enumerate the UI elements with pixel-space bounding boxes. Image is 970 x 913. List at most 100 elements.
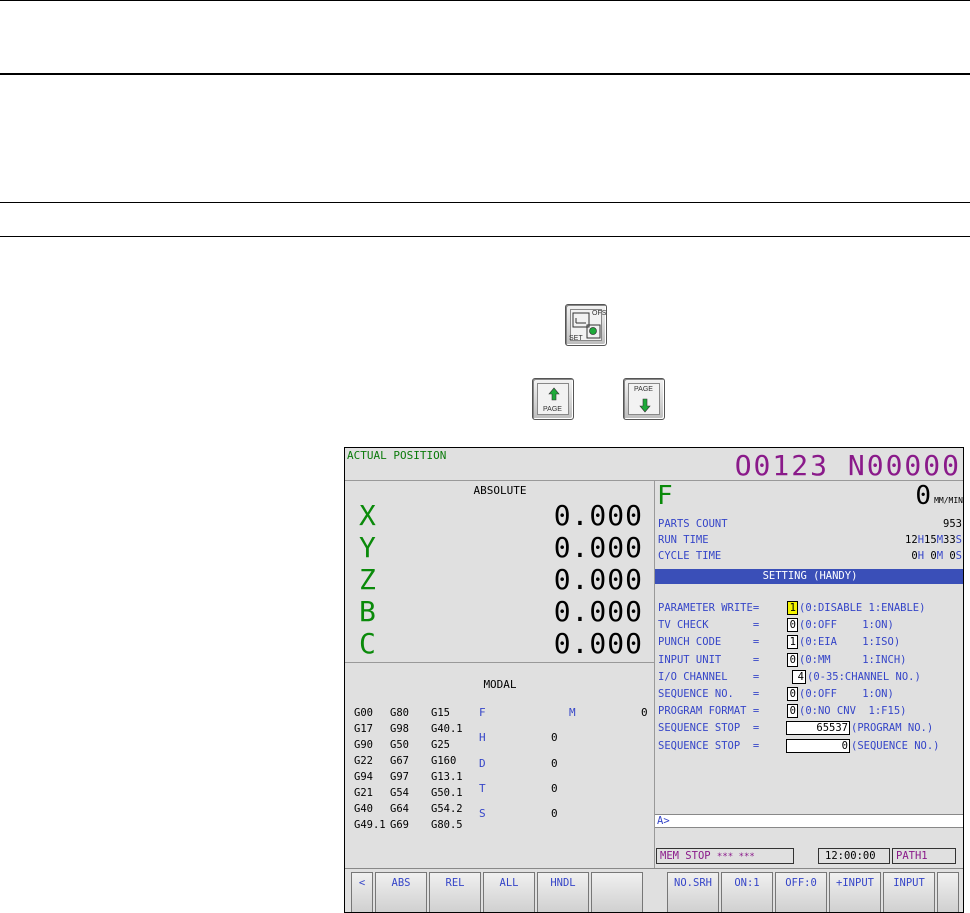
setting-row: I/O CHANNEL = 4 (0-35:CHANNEL NO.) [658,669,963,686]
softkey-input[interactable]: INPUT [883,872,935,912]
screen-title: ACTUAL POSITION [347,449,447,462]
softkey-all[interactable]: ALL [483,872,535,912]
setting-value-field[interactable]: 1 [787,635,798,650]
softkey-right-blank[interactable] [937,872,959,912]
status-time: 12:00:00 [818,848,890,864]
run-time-label: RUN TIME [658,534,709,546]
modal-f-label: F [479,706,486,719]
gcode-cell: G22 [354,755,373,767]
modal-d-value: 0 [551,757,558,770]
rule-top [0,0,970,1]
gcode-cell: G21 [354,787,373,799]
status-bar: MEM STOP *** *** 12:00:00 PATH1 [656,848,963,865]
softkey-rel[interactable]: REL [429,872,481,912]
feed-value: 0 [915,481,931,511]
setting-row: INPUT UNIT = 0 (0:MM 1:INCH) [658,652,963,669]
gcode-cell: G97 [390,771,409,783]
status-state: STOP [685,850,711,862]
softkey-off0[interactable]: OFF:0 [775,872,827,912]
absolute-title: ABSOLUTE [473,484,527,497]
setting-row: PROGRAM FORMAT = 0 (0:NO CNV 1:F15) [658,704,963,720]
gcode-cell: G17 [354,723,373,735]
setting-description: (0:MM 1:INCH) [799,653,907,666]
gcode-cell: G98 [390,723,409,735]
gcode-cell: G50.1 [431,787,463,799]
modal-t-value: 0 [551,782,558,795]
setting-row: SEQUENCE STOP = 65537 (PROGRAM NO.) [658,721,963,737]
setting-value-field[interactable]: 0 [787,618,798,633]
modal-title: MODAL [483,678,517,691]
setting-description: (0:NO CNV 1:F15) [799,705,907,718]
minutes-unit: M [936,550,944,562]
setting-value-field[interactable]: 4 [792,669,806,684]
softkey-left-arrow[interactable]: < [351,872,373,912]
softkey-on1[interactable]: ON:1 [721,872,773,912]
cnc-screen: ACTUAL POSITION O0123 N00000 ABSOLUTE X … [344,447,964,913]
modal-d-label: D [479,757,486,770]
setting-name: SEQUENCE STOP = [658,722,760,735]
screen-header: ACTUAL POSITION O0123 N00000 [345,448,963,482]
gcode-cell: G80.5 [431,819,463,831]
status-path: PATH1 [892,848,956,864]
setting-name: SEQUENCE NO. = [658,688,760,700]
gcode-cell: G00 [354,707,373,719]
absolute-position-panel: ABSOLUTE X 0.000 Y 0.000 Z 0.000 B 0.000… [345,481,655,663]
status-mode-box: MEM STOP *** *** [656,848,794,864]
setting-description: (0:DISABLE 1:ENABLE) [799,602,926,614]
modal-m-value: 0 [641,706,648,719]
setting-value-field[interactable]: 65537 [786,721,850,736]
setting-description: (SEQUENCE NO.) [851,739,940,752]
softkey-abs[interactable]: ABS [375,872,427,912]
setting-value-field[interactable]: 0 [787,687,798,701]
setting-row: PARAMETER WRITE= 1 (0:DISABLE 1:ENABLE) [658,601,963,617]
setting-header: SETTING (HANDY) [655,569,963,584]
feed-unit: MM/MIN [934,496,963,505]
gcode-cell: G67 [390,755,409,767]
setting-value-field[interactable]: 0 [787,704,798,719]
gcode-cell: G94 [354,771,373,783]
softkey-blank[interactable] [591,872,643,912]
rule-middle [0,202,970,203]
input-prompt: A> [657,815,670,827]
setting-description: (0:OFF 1:ON) [799,619,894,632]
axis-row-c: C 0.000 [345,627,655,660]
setting-name: PUNCH CODE = [658,636,760,649]
set-label: SET [569,335,583,342]
setting-name: PARAMETER WRITE= [658,602,760,614]
modal-s-label: S [479,807,486,820]
setting-value-field[interactable]: 1 [787,601,798,615]
softkey-plus-input[interactable]: +INPUT [829,872,881,912]
gcode-cell: G15 [431,707,450,719]
rule-header [0,73,970,75]
page-down-key[interactable]: PAGE [623,378,665,420]
status-mode: MEM [660,850,679,862]
offset-setting-key[interactable]: OFS SET [565,304,607,346]
modal-m-label: M [569,706,576,719]
softkey-bar: < ABS REL ALL HNDL NO.SRH ON:1 OFF:0 +IN… [345,868,963,912]
page-up-key-face: PAGE [537,383,569,415]
softkey-no-srh[interactable]: NO.SRH [667,872,719,912]
softkey-hndl[interactable]: HNDL [537,872,589,912]
setting-value-field[interactable]: 0 [786,738,850,753]
setting-row: PUNCH CODE = 1 (0:EIA 1:ISO) [658,635,963,651]
setting-description: (PROGRAM NO.) [851,722,934,735]
key-input-line[interactable]: A> [655,814,963,828]
modal-t-label: T [479,782,486,795]
gcode-cell: G54 [390,787,409,799]
axis-row-x: X 0.000 [345,499,655,532]
seconds-unit: S [955,550,962,562]
setting-row: SEQUENCE STOP = 0 (SEQUENCE NO.) [658,738,963,755]
run-minutes: 15 [924,534,937,546]
modal-s-value: 0 [551,807,558,820]
setting-value-field[interactable]: 0 [787,652,798,667]
page-up-key[interactable]: PAGE [532,378,574,420]
axis-row-b: B 0.000 [345,595,655,628]
gcode-cell: G80 [390,707,409,719]
setting-name: TV CHECK = [658,619,760,632]
gcode-cell: G160 [431,755,457,767]
setting-description: (0-35:CHANNEL NO.) [807,670,921,683]
setting-description: (0:OFF 1:ON) [799,688,894,700]
axis-row-y: Y 0.000 [345,531,655,564]
gcode-cell: G40.1 [431,723,463,735]
gcode-cell: G69 [390,819,409,831]
